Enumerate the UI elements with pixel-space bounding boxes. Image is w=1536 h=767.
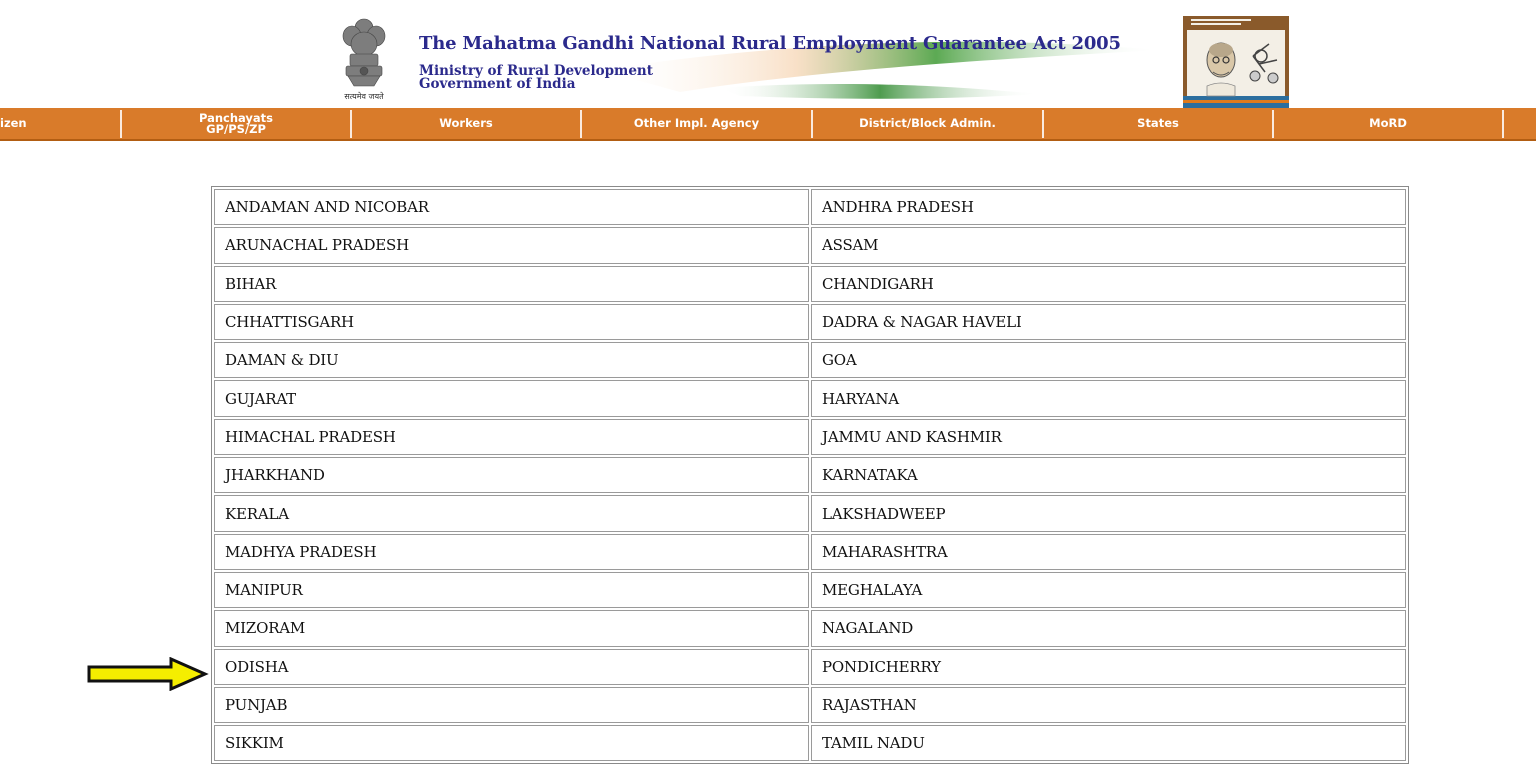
nav-citizen[interactable]: izen — [0, 108, 120, 139]
state-link[interactable]: RAJASTHAN — [811, 686, 1406, 724]
state-link[interactable]: MAHARASHTRA — [811, 533, 1406, 570]
state-link[interactable]: KERALA — [214, 495, 809, 532]
table-row: ANDAMAN AND NICOBAR ANDHRA PRADESH — [213, 188, 1407, 226]
state-link[interactable]: JHARKHAND — [214, 457, 809, 494]
state-link[interactable]: GOA — [811, 342, 1406, 379]
table-row: GUJARAT HARYANA — [213, 379, 1407, 417]
state-link[interactable]: DAMAN & DIU — [214, 342, 809, 379]
state-link[interactable]: MEGHALAYA — [811, 571, 1406, 609]
state-link[interactable]: GUJARAT — [214, 380, 809, 417]
table-row: MIZORAM NAGALAND — [213, 609, 1407, 647]
nav-separator — [1502, 110, 1504, 138]
national-emblem-icon: सत्यमेव जयते — [342, 18, 386, 101]
nav-other-impl-agency[interactable]: Other Impl. Agency — [582, 108, 811, 139]
site-title: The Mahatma Gandhi National Rural Employ… — [419, 33, 1121, 54]
table-row: PUNJAB RAJASTHAN — [213, 686, 1407, 724]
state-link[interactable]: ANDAMAN AND NICOBAR — [214, 189, 809, 226]
state-link[interactable]: ODISHA — [214, 648, 809, 685]
table-row: MADHYA PRADESH MAHARASHTRA — [213, 533, 1407, 571]
table-row: CHHATTISGARH DADRA & NAGAR HAVELI — [213, 303, 1407, 341]
state-link[interactable]: MADHYA PRADESH — [214, 533, 809, 570]
state-link[interactable]: LAKSHADWEEP — [811, 495, 1406, 532]
state-link[interactable]: HARYANA — [811, 380, 1406, 417]
state-link[interactable]: ARUNACHAL PRADESH — [214, 227, 809, 264]
nav-mord[interactable]: MoRD — [1274, 108, 1502, 139]
table-row: JHARKHAND KARNATAKA — [213, 456, 1407, 494]
state-link[interactable]: BIHAR — [214, 265, 809, 302]
state-link[interactable]: KARNATAKA — [811, 457, 1406, 494]
svg-text:सत्यमेव जयते: सत्यमेव जयते — [344, 91, 384, 101]
state-link[interactable]: CHHATTISGARH — [214, 303, 809, 341]
table-row: BIHAR CHANDIGARH — [213, 265, 1407, 303]
states-table: ANDAMAN AND NICOBAR ANDHRA PRADESH ARUNACH… — [211, 186, 1409, 765]
state-link[interactable]: JAMMU AND KASHMIR — [811, 418, 1406, 456]
table-row: DAMAN & DIU GOA — [213, 341, 1407, 379]
table-row: KERALA LAKSHADWEEP — [213, 494, 1407, 532]
main-nav: izen Panchayats GP/PS/ZP Workers Other I… — [0, 108, 1536, 141]
state-link[interactable]: HIMACHAL PRADESH — [214, 418, 809, 456]
state-link[interactable]: TAMIL NADU — [811, 725, 1406, 762]
state-link[interactable]: DADRA & NAGAR HAVELI — [811, 303, 1406, 341]
state-link[interactable]: ANDHRA PRADESH — [811, 189, 1406, 226]
yellow-arrow-icon — [87, 657, 209, 691]
table-row: MANIPUR MEGHALAYA — [213, 571, 1407, 609]
state-link[interactable]: ASSAM — [811, 227, 1406, 264]
state-link[interactable]: PUNJAB — [214, 686, 809, 724]
state-link[interactable]: NAGALAND — [811, 610, 1406, 647]
state-link[interactable]: MANIPUR — [214, 571, 809, 609]
mahatma-gandhi-logo — [1183, 16, 1289, 108]
state-link[interactable]: PONDICHERRY — [811, 648, 1406, 685]
table-row: HIMACHAL PRADESH JAMMU AND KASHMIR — [213, 418, 1407, 456]
nav-workers[interactable]: Workers — [352, 108, 580, 139]
site-header: सत्यमेव जयते The Mahatma Gandhi National… — [0, 0, 1536, 108]
state-link[interactable]: CHANDIGARH — [811, 265, 1406, 302]
state-link[interactable]: SIKKIM — [214, 725, 809, 762]
nav-panchayats[interactable]: Panchayats GP/PS/ZP — [122, 108, 350, 139]
table-row: ODISHA PONDICHERRY — [213, 648, 1407, 686]
nav-district-block-admin[interactable]: District/Block Admin. — [813, 108, 1042, 139]
nav-states[interactable]: States — [1044, 108, 1272, 139]
table-row: ARUNACHAL PRADESH ASSAM — [213, 226, 1407, 264]
government-name: Government of India — [419, 76, 576, 92]
table-row: SIKKIM TAMIL NADU — [213, 724, 1407, 762]
state-link[interactable]: MIZORAM — [214, 610, 809, 647]
